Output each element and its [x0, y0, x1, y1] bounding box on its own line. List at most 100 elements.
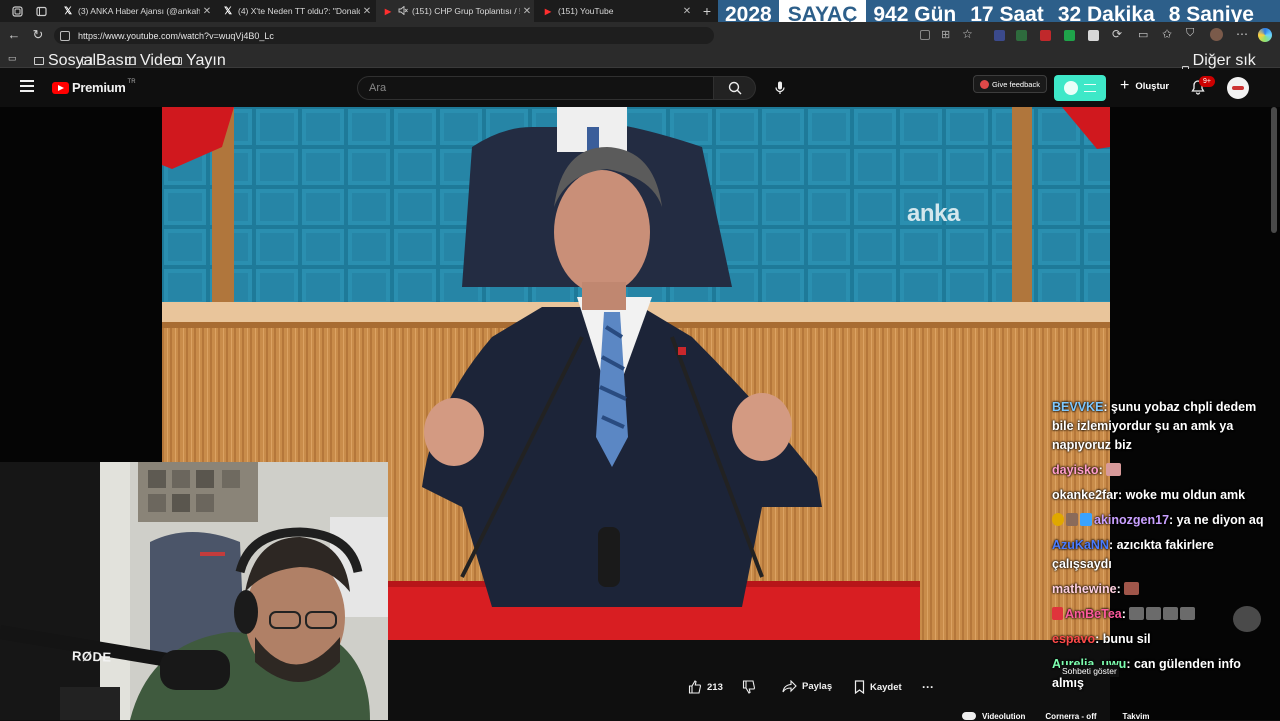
- chat-username: akinozgen17: [1094, 513, 1170, 527]
- close-icon[interactable]: ✕: [200, 6, 214, 17]
- feedback-label: Give feedback: [992, 79, 1040, 89]
- site-info-icon[interactable]: [60, 30, 70, 41]
- chat-message: BEVVKE: şunu yobaz chpli dedem bile izle…: [1052, 400, 1257, 452]
- create-button[interactable]: + Oluştur: [1120, 77, 1170, 94]
- page-scrollbar[interactable]: [1271, 107, 1277, 233]
- extension-icon[interactable]: [1040, 30, 1051, 41]
- bookmark-icon: [854, 680, 865, 694]
- install-app-icon[interactable]: [920, 30, 930, 40]
- chat-message: okanke2far: woke mu oldun amk: [1052, 488, 1246, 502]
- youtube-logo-icon: ▶: [384, 6, 392, 16]
- extension-icon[interactable]: [1064, 30, 1075, 41]
- plus-icon: +: [1120, 77, 1130, 94]
- chat-message: espavo: bunu sil: [1052, 632, 1151, 646]
- search-button[interactable]: [714, 76, 756, 100]
- search-input[interactable]: Ara: [357, 76, 714, 100]
- workspaces-icon[interactable]: [6, 0, 28, 22]
- menu-hamburger-icon[interactable]: [20, 80, 34, 92]
- extension-icon[interactable]: [1016, 30, 1027, 41]
- chat-text: ya ne diyon aq: [1176, 513, 1264, 527]
- emote-icon: [1124, 582, 1140, 595]
- streamer-webcam: [0, 462, 388, 720]
- chat-message: akinozgen17: ya ne diyon aq: [1052, 511, 1272, 530]
- dislike-button[interactable]: [742, 680, 756, 694]
- reload-icon[interactable]: ↻: [30, 27, 46, 43]
- player-letterbox-left: [0, 107, 162, 462]
- close-icon[interactable]: ✕: [360, 6, 374, 17]
- tab-title: (151) YouTube: [558, 6, 614, 16]
- emote-icon: [1146, 607, 1162, 620]
- extensions-puzzle-icon[interactable]: ⟳: [1112, 27, 1122, 41]
- browser-essentials-icon[interactable]: ⛉: [1186, 27, 1194, 40]
- emote-icon: [1163, 607, 1179, 620]
- video-watermark: anka: [907, 200, 960, 227]
- url-text: https://www.youtube.com/watch?v=wuqVj4B0…: [78, 30, 274, 41]
- give-feedback-button[interactable]: Give feedback: [973, 75, 1047, 93]
- tab-title: (3) ANKA Haber Ajansı (@ankaha: [78, 6, 200, 16]
- badge-icon: [1052, 607, 1063, 620]
- account-avatar[interactable]: [1227, 77, 1249, 99]
- notification-badge: 9+: [1199, 76, 1215, 87]
- chat-text: woke mu oldun amk: [1125, 488, 1246, 502]
- feedback-icon: [980, 79, 989, 89]
- logo-region: TR: [127, 78, 136, 85]
- close-icon[interactable]: ✕: [520, 6, 534, 17]
- tab-title: (151) CHP Grup Toplantısı / !: [412, 6, 520, 16]
- folder-icon: [82, 57, 92, 65]
- folder-icon: [172, 57, 182, 65]
- extension-toggle-button[interactable]: [1054, 75, 1106, 101]
- toggle-icon[interactable]: [962, 712, 976, 720]
- browser-tab[interactable]: ▶ (151) YouTube ✕: [536, 0, 694, 22]
- thumbs-down-icon: [742, 680, 756, 694]
- extension-icon[interactable]: [994, 30, 1005, 41]
- favorite-star-icon[interactable]: ☆: [962, 27, 973, 41]
- share-arrow-icon: [782, 680, 797, 693]
- webcam-overlay: [0, 462, 388, 720]
- close-icon[interactable]: ✕: [680, 6, 694, 17]
- chat-username: BEVVKE: [1052, 400, 1104, 414]
- create-label: Oluştur: [1135, 80, 1170, 92]
- chat-username: espavo: [1052, 632, 1096, 646]
- emote-icon: [1106, 463, 1122, 476]
- folder-icon: [34, 57, 44, 65]
- copilot-icon[interactable]: [1258, 28, 1272, 42]
- bookmark-folder[interactable]: Yayın: [172, 52, 226, 70]
- bookmark-menu-icon[interactable]: ▭: [8, 53, 17, 64]
- save-button[interactable]: Kaydet: [854, 680, 902, 694]
- browser-tab-active[interactable]: ▶ (151) CHP Grup Toplantısı / ! ✕: [376, 0, 534, 22]
- new-tab-button[interactable]: +: [696, 0, 718, 22]
- show-chat-button[interactable]: Sohbeti göster: [1060, 665, 1119, 677]
- like-count: 213: [707, 681, 723, 693]
- search-icon: [728, 81, 741, 95]
- favorites-list-icon[interactable]: ✩: [1162, 27, 1172, 41]
- chat-username: AzuKaNN: [1052, 538, 1109, 552]
- bookmark-label: Yayın: [186, 52, 226, 69]
- browser-tab[interactable]: 𝕏 (4) X'te Neden TT oldu?: "Donald ✕: [216, 0, 374, 22]
- muted-speaker-icon[interactable]: [398, 5, 408, 17]
- badge-icon: [1080, 513, 1092, 526]
- share-button[interactable]: Paylaş: [782, 680, 832, 693]
- address-bar[interactable]: https://www.youtube.com/watch?v=wuqVj4B0…: [54, 27, 714, 44]
- like-button[interactable]: 213: [688, 680, 723, 694]
- emote-icon: [1180, 607, 1196, 620]
- profile-avatar[interactable]: [1210, 28, 1223, 41]
- more-options-icon[interactable]: ⋯: [1236, 27, 1248, 41]
- chat-username: AmBeTea: [1065, 607, 1122, 621]
- browser-tab[interactable]: 𝕏 (3) ANKA Haber Ajansı (@ankaha ✕: [56, 0, 214, 22]
- folder-icon: [126, 57, 136, 65]
- youtube-logo-icon: ▶: [544, 6, 552, 16]
- x-logo-icon: 𝕏: [63, 5, 73, 17]
- more-actions-button[interactable]: ···: [922, 680, 934, 694]
- x-logo-icon: 𝕏: [223, 5, 233, 17]
- chat-text: bunu sil: [1102, 632, 1151, 646]
- chat-username: mathewine: [1052, 582, 1117, 596]
- youtube-premium-logo[interactable]: Premium TR: [52, 78, 136, 95]
- split-screen-icon[interactable]: ▭: [1138, 28, 1148, 41]
- voice-search-mic-icon[interactable]: [772, 80, 788, 96]
- tab-actions-icon[interactable]: [30, 0, 52, 22]
- back-arrow-icon[interactable]: ←: [6, 27, 22, 43]
- chat-username: okanke2far: [1052, 488, 1119, 502]
- extension-icon[interactable]: [1088, 30, 1099, 41]
- chat-overlay: BEVVKE: şunu yobaz chpli dedem bile izle…: [1052, 398, 1272, 699]
- read-aloud-icon[interactable]: ⊞: [941, 28, 950, 41]
